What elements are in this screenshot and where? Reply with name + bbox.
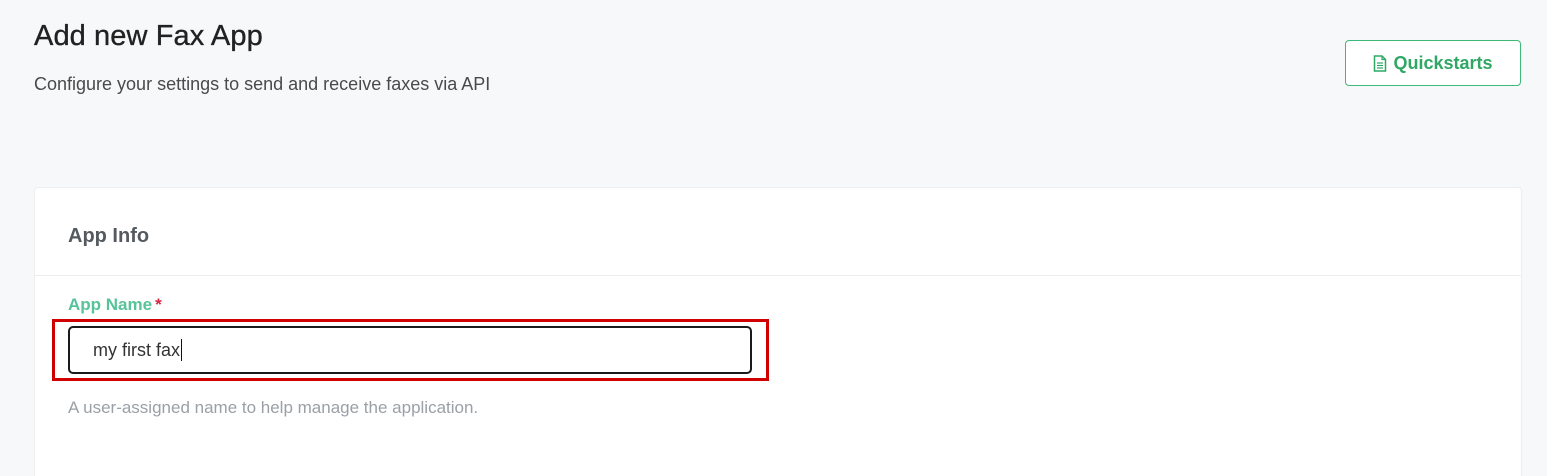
card-title: App Info — [68, 225, 150, 247]
app-name-label: App Name * — [68, 295, 162, 315]
app-name-help-text: A user-assigned name to help manage the … — [68, 398, 479, 417]
quickstarts-label: Quickstarts — [1393, 52, 1493, 73]
quickstarts-button[interactable]: Quickstarts — [1345, 40, 1521, 86]
app-name-input-value: my first fax — [93, 339, 181, 360]
page-title: Add new Fax App — [34, 20, 263, 52]
page-subtitle: Configure your settings to send and rece… — [34, 74, 491, 94]
page: Add new Fax App Configure your settings … — [0, 0, 1547, 476]
text-caret — [181, 339, 183, 361]
app-name-input[interactable]: my first fax — [68, 326, 752, 374]
required-marker: * — [155, 295, 162, 314]
app-name-label-text: App Name — [68, 295, 153, 314]
app-info-card: App Info App Name * my first fax A user-a… — [34, 187, 1522, 476]
card-header: App Info — [35, 188, 1521, 276]
document-icon — [1373, 54, 1387, 72]
